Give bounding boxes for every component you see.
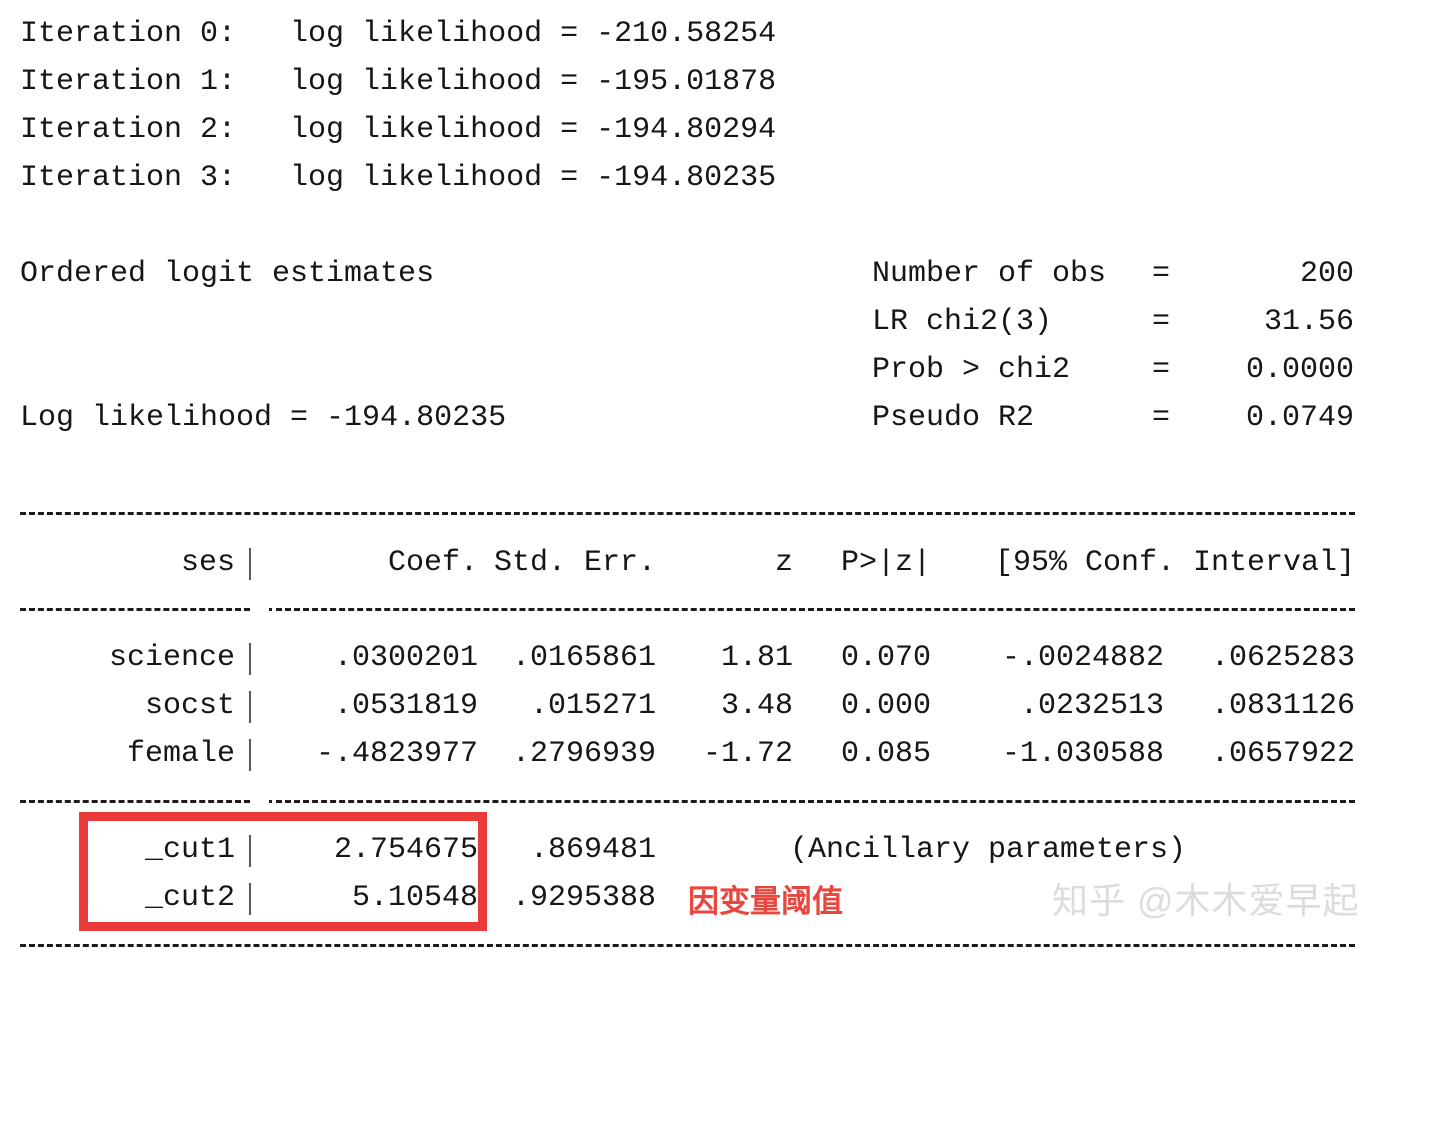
cell-ci-high: .0625283 bbox=[1210, 641, 1355, 675]
header-cell-std-err: Std. Err. bbox=[493, 546, 656, 580]
cell-z: 3.48 bbox=[720, 689, 793, 723]
cell-std-err: .9295388 bbox=[511, 881, 656, 915]
stat-value: 0.0000 bbox=[1245, 353, 1354, 387]
watermark: 知乎 @木木爱早起 bbox=[1052, 880, 1360, 921]
cell-coef: -.4823977 bbox=[315, 737, 478, 771]
stat-equals-sign: = bbox=[1152, 257, 1171, 291]
cell-coef: .0531819 bbox=[333, 689, 478, 723]
cell-variable-name: science bbox=[108, 641, 235, 675]
stat-label: Pseudo R2 bbox=[872, 401, 1035, 435]
cell-coef: .0300201 bbox=[333, 641, 478, 675]
table-rule-header bbox=[20, 608, 1355, 611]
cell-z: 1.81 bbox=[720, 641, 793, 675]
stat-value: 200 bbox=[1299, 257, 1354, 291]
column-junction bbox=[269, 608, 272, 611]
table-rule-cutpoints bbox=[20, 800, 1355, 803]
column-divider bbox=[249, 883, 251, 915]
column-divider bbox=[249, 548, 251, 580]
dash-segment-left bbox=[20, 608, 250, 611]
stat-value: 0.0749 bbox=[1245, 401, 1354, 435]
dash-segment-right bbox=[276, 800, 1355, 803]
iteration-line-3: Iteration 3: log likelihood = -194.80235 bbox=[20, 161, 777, 195]
cell-coef: 5.10548 bbox=[351, 881, 478, 915]
table-row: socst .0531819 .015271 3.48 0.000 .02325… bbox=[0, 686, 1434, 726]
cell-p-value: 0.085 bbox=[840, 737, 931, 771]
cell-std-err: .015271 bbox=[529, 689, 656, 723]
cell-std-err: .2796939 bbox=[511, 737, 656, 771]
cell-p-value: 0.070 bbox=[840, 641, 931, 675]
stata-output-console: Iteration 0: log likelihood = -210.58254… bbox=[0, 0, 1434, 978]
iteration-line-2: Iteration 2: log likelihood = -194.80294 bbox=[20, 113, 777, 147]
cell-z: -1.72 bbox=[702, 737, 793, 771]
header-cell-ses: ses bbox=[180, 546, 235, 580]
log-likelihood-summary: Log likelihood = -194.80235 bbox=[20, 401, 507, 435]
dash-segment-right bbox=[276, 608, 1355, 611]
stat-pseudo-r2: Pseudo R2 = 0.0749 bbox=[872, 403, 1354, 433]
cell-variable-name: socst bbox=[144, 689, 235, 723]
cell-variable-name: female bbox=[126, 737, 235, 771]
cell-ci-low: -.0024882 bbox=[1001, 641, 1164, 675]
iteration-line-1: Iteration 1: log likelihood = -195.01878 bbox=[20, 65, 777, 99]
stat-label: LR chi2(3) bbox=[872, 305, 1053, 339]
dash-segment bbox=[20, 944, 1355, 947]
cell-ci-high: .0831126 bbox=[1210, 689, 1355, 723]
stat-number-of-obs: Number of obs = 200 bbox=[872, 259, 1354, 289]
table-rule-top bbox=[20, 512, 1355, 515]
stat-label: Prob > chi2 bbox=[872, 353, 1071, 387]
column-junction bbox=[269, 800, 272, 803]
column-divider bbox=[249, 643, 251, 675]
header-cell-z: z bbox=[774, 546, 793, 580]
header-cell-conf-interval: [95% Conf. Interval] bbox=[994, 546, 1355, 580]
cell-ci-high: .0657922 bbox=[1210, 737, 1355, 771]
cell-variable-name: _cut1 bbox=[144, 833, 235, 867]
table-row: science .0300201 .0165861 1.81 0.070 -.0… bbox=[0, 638, 1434, 678]
cell-p-value: 0.000 bbox=[840, 689, 931, 723]
table-header-row: ses Coef. Std. Err. z P>|z| [95% Conf. I… bbox=[0, 543, 1434, 583]
cell-ci-low: -1.030588 bbox=[1001, 737, 1164, 771]
ancillary-parameters-note: (Ancillary parameters) bbox=[790, 833, 1187, 867]
model-title: Ordered logit estimates bbox=[20, 257, 435, 291]
table-row: female -.4823977 .2796939 -1.72 0.085 -1… bbox=[0, 734, 1434, 774]
iteration-line-0: Iteration 0: log likelihood = -210.58254 bbox=[20, 17, 777, 51]
stat-equals-sign: = bbox=[1152, 305, 1171, 339]
stat-prob-chi2: Prob > chi2 = 0.0000 bbox=[872, 355, 1354, 385]
dash-segment bbox=[20, 512, 1355, 515]
column-divider bbox=[249, 835, 251, 867]
cell-ci-low: .0232513 bbox=[1019, 689, 1164, 723]
stat-equals-sign: = bbox=[1152, 401, 1171, 435]
column-divider bbox=[249, 691, 251, 723]
table-rule-bottom bbox=[20, 944, 1355, 947]
cell-std-err: .869481 bbox=[529, 833, 656, 867]
stat-value: 31.56 bbox=[1263, 305, 1354, 339]
cell-variable-name: _cut2 bbox=[144, 881, 235, 915]
header-cell-coef: Coef. bbox=[387, 546, 478, 580]
stat-equals-sign: = bbox=[1152, 353, 1171, 387]
stat-label: Number of obs bbox=[872, 257, 1107, 291]
stat-lr-chi2: LR chi2(3) = 31.56 bbox=[872, 307, 1354, 337]
cell-coef: 2.754675 bbox=[333, 833, 478, 867]
table-row-cutpoint: _cut1 2.754675 .869481 (Ancillary parame… bbox=[0, 830, 1434, 870]
column-divider bbox=[249, 739, 251, 771]
cell-std-err: .0165861 bbox=[511, 641, 656, 675]
header-cell-p-value: P>|z| bbox=[840, 546, 931, 580]
dash-segment-left bbox=[20, 800, 250, 803]
annotation-label: 因变量阈值 bbox=[688, 884, 843, 919]
